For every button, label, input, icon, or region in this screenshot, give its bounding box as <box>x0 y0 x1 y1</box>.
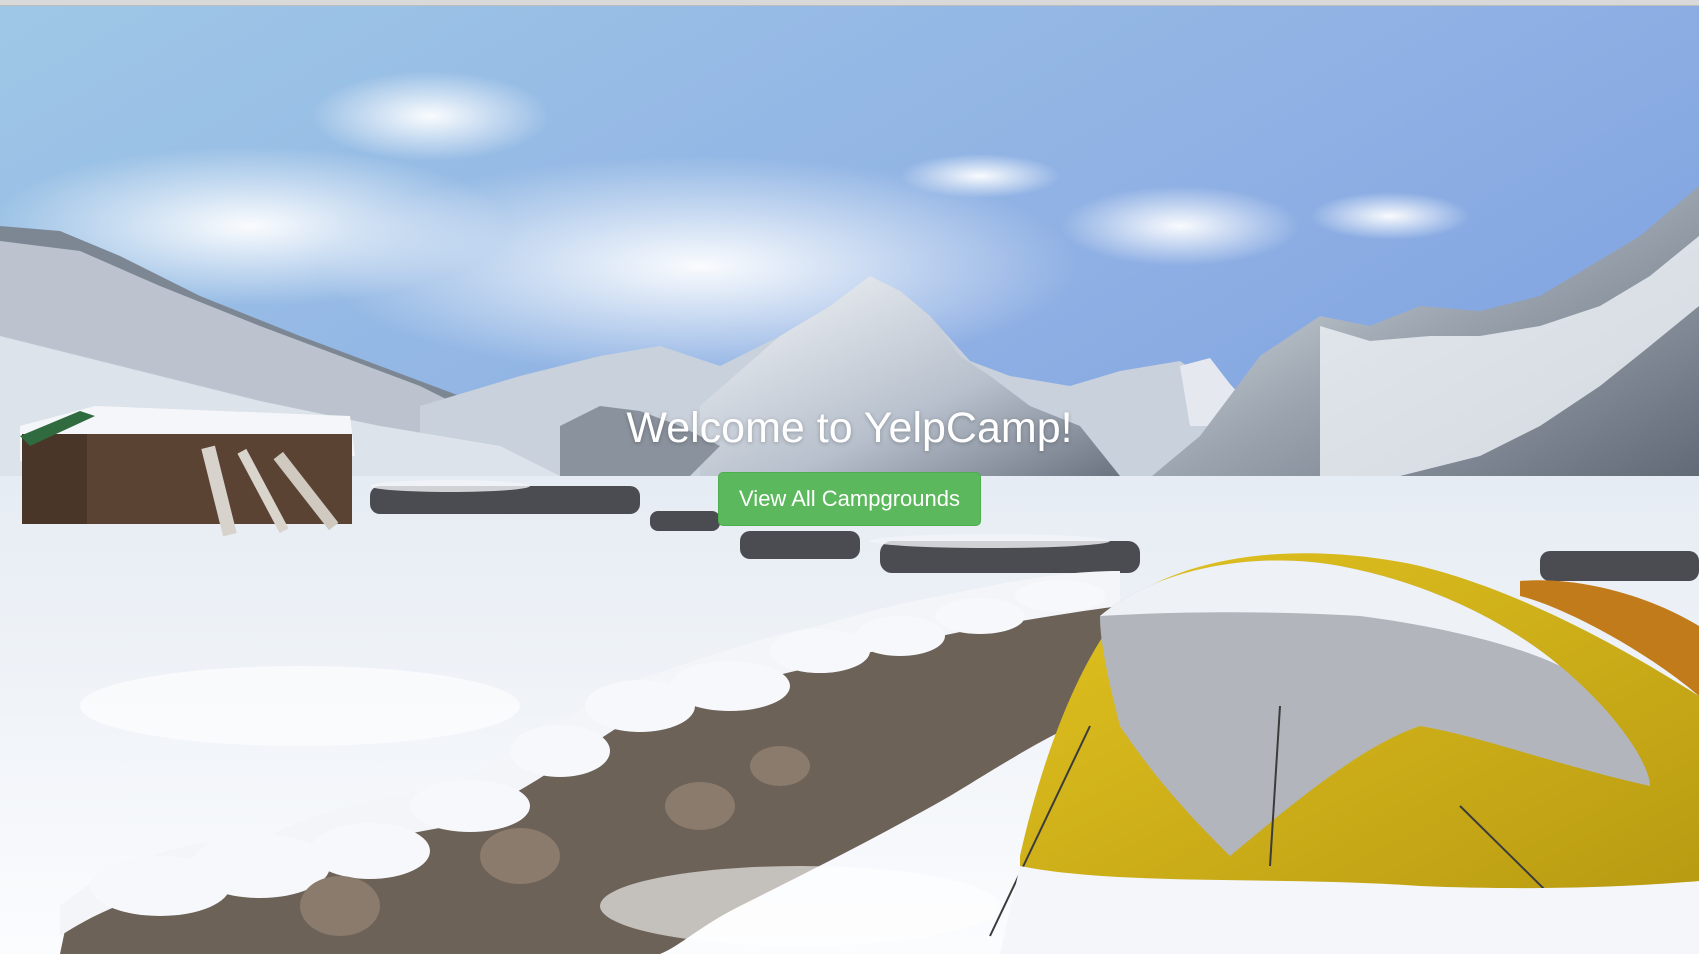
view-all-campgrounds-button[interactable]: View All Campgrounds <box>718 472 981 526</box>
landing-header: Welcome to YelpCamp! View All Campground… <box>0 400 1699 526</box>
page-title: Welcome to YelpCamp! <box>626 404 1073 452</box>
